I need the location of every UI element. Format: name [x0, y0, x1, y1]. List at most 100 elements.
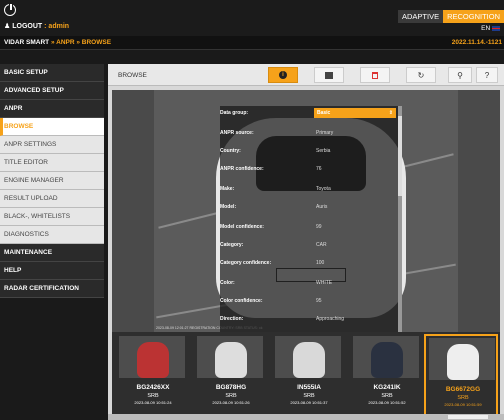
- detail-row: Model: Auris: [220, 204, 392, 214]
- search-icon: ⚲: [457, 70, 463, 80]
- thumbnail-country: SRB: [381, 393, 393, 399]
- thumbnail-plate: BG2426XX: [136, 384, 170, 391]
- brand-recognition: RECOGNITION: [443, 10, 504, 23]
- sidebar-item-anpr[interactable]: ANPR: [0, 100, 104, 118]
- result-thumbnail[interactable]: IN555IA SRB 2023-08-09 10:51:37: [272, 334, 346, 418]
- breadcrumb-sep: »: [74, 39, 82, 46]
- result-thumbnail[interactable]: BG6672GG SRB 2023-08-09 10:51:59: [424, 334, 498, 418]
- detail-value: 99: [316, 224, 322, 230]
- thumbnail-image: [353, 336, 419, 378]
- refresh-button[interactable]: ↻: [406, 67, 436, 83]
- sidebar-item-advanced-setup[interactable]: ADVANCED SETUP: [0, 82, 104, 100]
- refresh-icon: ↻: [417, 70, 425, 80]
- main-panel: BROWSE i ↻ ⚲ ? 2023-08-09 12:01:27 REGIS…: [108, 64, 504, 420]
- detail-value: 95: [316, 298, 322, 304]
- breadcrumb-section[interactable]: ANPR: [56, 39, 74, 46]
- thumbnail-timestamp: 2023-08-09 10:51:52: [368, 400, 406, 405]
- details-scrollbar[interactable]: [398, 106, 402, 334]
- detail-row: ANPR source: Primary: [220, 130, 392, 140]
- detail-row: Make: Toyota: [220, 186, 392, 196]
- thumbnail-plate: BG878HG: [215, 384, 247, 391]
- sidebar-item-radar-certification[interactable]: RADAR CERTIFICATION: [0, 280, 104, 298]
- search-button[interactable]: ⚲: [448, 67, 472, 83]
- sidebar-item-maintenance[interactable]: MAINTENANCE: [0, 244, 104, 262]
- result-details-panel: Data group: Basic ⇕ ANPR source: Primary Coun…: [220, 106, 400, 334]
- detail-label: Model:: [220, 204, 237, 210]
- detail-label: Model confidence:: [220, 224, 264, 230]
- result-thumbnail[interactable]: BG878HG SRB 2023-08-09 10:51:26: [194, 334, 268, 418]
- thumbnail-timestamp: 2023-08-09 10:51:26: [212, 400, 250, 405]
- help-button[interactable]: ?: [476, 67, 498, 83]
- breadcrumb-root[interactable]: VIDAR SMART: [4, 39, 49, 46]
- detail-value: Toyota: [316, 186, 331, 192]
- horizontal-scrollbar[interactable]: [108, 414, 504, 420]
- grid-view-button[interactable]: [314, 67, 344, 83]
- thumbnail-image: [197, 336, 263, 378]
- sidebar-item-title-editor[interactable]: TITLE EDITOR: [0, 154, 104, 172]
- info-icon: i: [279, 71, 287, 79]
- detail-value: 100: [316, 260, 325, 266]
- power-icon[interactable]: [4, 3, 16, 16]
- image-viewer[interactable]: 2023-08-09 12:01:27 REGISTRATION COUNTRY…: [112, 90, 500, 334]
- vehicle-image: [447, 344, 479, 380]
- scroll-thumb[interactable]: [398, 116, 402, 196]
- scroll-thumb[interactable]: [448, 415, 488, 419]
- detail-row: ANPR confidence: 76: [220, 166, 392, 176]
- sidebar-item-result-upload[interactable]: RESULT UPLOAD: [0, 190, 104, 208]
- detail-row: Category confidence: 100: [220, 260, 392, 270]
- brand-adaptive: ADAPTIVE: [397, 10, 444, 23]
- top-bar: ♟ LOGOUT : admin ADAPTIVE RECOGNITION EN: [0, 0, 504, 36]
- detail-value: 76: [316, 166, 322, 172]
- thumbnail-plate: KG241IK: [373, 384, 401, 391]
- detail-row: Direction: Approaching: [220, 316, 392, 326]
- data-group-select[interactable]: Basic ⇕: [314, 108, 396, 118]
- detail-value: Auris: [316, 204, 328, 210]
- detail-value: Primary: [316, 130, 334, 136]
- sidebar-item-engine-manager[interactable]: ENGINE MANAGER: [0, 172, 104, 190]
- info-button[interactable]: i: [268, 67, 298, 83]
- delete-button[interactable]: [360, 67, 390, 83]
- thumbnail-country: SRB: [147, 393, 159, 399]
- toolbar: BROWSE i ↻ ⚲ ?: [108, 64, 504, 86]
- thumbnail-country: SRB: [457, 395, 469, 401]
- breadcrumb-bar: VIDAR SMART » ANPR » BROWSE 2022.11.14.-…: [0, 36, 504, 50]
- sidebar-item-basic-setup[interactable]: BASIC SETUP: [0, 64, 104, 82]
- detail-row: Category: CAR: [220, 242, 392, 252]
- thumbnail-plate: BG6672GG: [445, 386, 481, 393]
- detail-row: Data group: Basic ⇕: [220, 108, 396, 120]
- sidebar-item-anpr-settings[interactable]: ANPR SETTINGS: [0, 136, 104, 154]
- vehicle-image: [293, 342, 325, 378]
- detail-label: Country:: [220, 148, 241, 154]
- sidebar-item-browse[interactable]: BROWSE: [0, 118, 104, 136]
- language-selector[interactable]: EN: [481, 25, 500, 32]
- result-thumbnail[interactable]: BG2426XX SRB 2023-08-09 10:51:24: [116, 334, 190, 418]
- vehicle-image: [137, 342, 169, 378]
- detail-label: Category confidence:: [220, 260, 272, 266]
- thumbnail-image: [119, 336, 185, 378]
- detail-label: Make:: [220, 186, 235, 192]
- detail-label: ANPR source:: [220, 130, 254, 136]
- detail-row: Color: WHITE: [220, 280, 392, 290]
- thumbnail-timestamp: 2023-08-09 10:51:59: [444, 402, 482, 407]
- detail-label: ANPR confidence:: [220, 166, 264, 172]
- data-group-value: Basic: [317, 110, 331, 116]
- chevron-down-icon: ⇕: [388, 110, 393, 116]
- result-thumbnail[interactable]: KG241IK SRB 2023-08-09 10:51:52: [350, 334, 424, 418]
- thumbnail-image: [429, 338, 495, 380]
- detail-row: Model confidence: 99: [220, 224, 392, 234]
- vehicle-image: [371, 342, 403, 378]
- thumbnail-timestamp: 2023-08-09 10:51:24: [134, 400, 172, 405]
- detail-label: Direction:: [220, 316, 244, 322]
- detail-row: Color confidence: 95: [220, 298, 392, 308]
- sidebar-item-diagnostics[interactable]: DIAGNOSTICS: [0, 226, 104, 244]
- user-icon: ♟: [4, 23, 11, 30]
- sidebar-nav: BASIC SETUP ADVANCED SETUP ANPR BROWSE ANPR …: [0, 64, 104, 298]
- uk-flag-icon: [492, 25, 500, 31]
- detail-value: WHITE: [316, 280, 333, 286]
- sidebar-item-black-whitelists[interactable]: BLACK-, WHITELISTS: [0, 208, 104, 226]
- logout-link[interactable]: ♟ LOGOUT : admin: [4, 22, 69, 30]
- thumbnail-timestamp: 2023-08-09 10:51:37: [290, 400, 328, 405]
- detail-row: Country: Serbia: [220, 148, 392, 158]
- language-label: EN: [481, 25, 491, 32]
- sidebar-item-help[interactable]: HELP: [0, 262, 104, 280]
